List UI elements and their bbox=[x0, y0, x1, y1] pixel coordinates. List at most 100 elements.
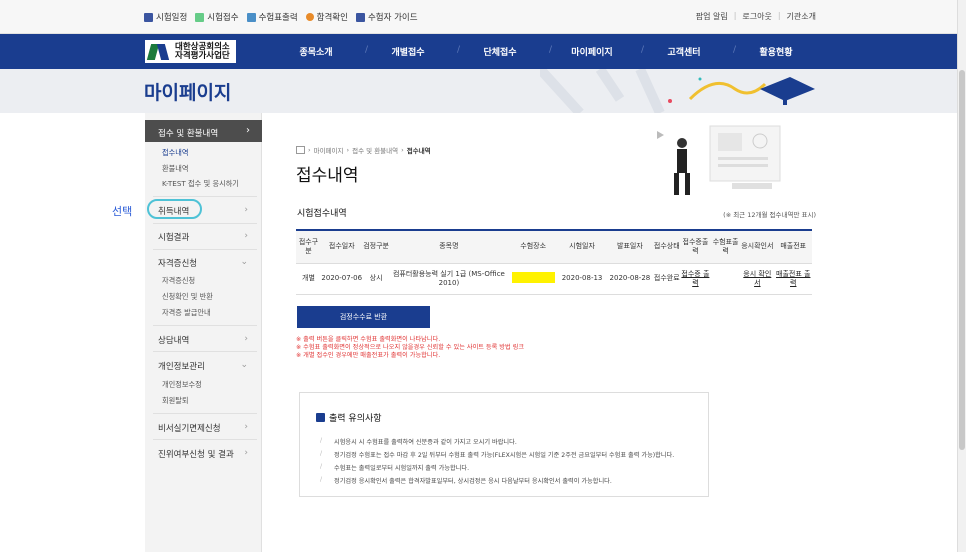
section-title: 시험접수내역 bbox=[297, 209, 347, 219]
cell-status: 접수완료 bbox=[653, 263, 680, 295]
sidebar-sub-edit-info[interactable]: 개인정보수정 bbox=[162, 380, 202, 390]
chevron-right-icon: › bbox=[246, 125, 250, 136]
receipt-print-link[interactable]: 접수증 출력 bbox=[679, 263, 712, 295]
redacted-highlight bbox=[511, 271, 555, 283]
breadcrumb-item[interactable]: 접수 및 환불내역 bbox=[352, 145, 398, 155]
cell-subject: 컴퓨터활용능력 실기 1급 (MS-Office 2010) bbox=[389, 263, 509, 295]
th-place: 수험장소 bbox=[508, 229, 559, 264]
cell-exam-date: 2020-08-13 bbox=[558, 263, 606, 295]
logo-mark-icon bbox=[147, 42, 169, 62]
chevron-right-icon: › bbox=[244, 422, 248, 432]
highlight-circle bbox=[147, 199, 202, 219]
home-icon[interactable] bbox=[296, 146, 305, 154]
sales-slip-link[interactable]: 매출전표 출력 bbox=[774, 263, 812, 295]
graduation-decor-icon bbox=[540, 69, 815, 113]
sidebar-sub-cert-apply[interactable]: 자격증신청 bbox=[162, 276, 195, 286]
sidebar-item-exempt[interactable]: 비서실기면제신청 › bbox=[145, 422, 262, 434]
th-announce: 발표일자 bbox=[605, 229, 654, 264]
sidebar-item-cert[interactable]: 자격증신청 ⌄ bbox=[145, 257, 262, 269]
calendar-icon bbox=[144, 12, 153, 22]
sidebar-sub-cert-issue[interactable]: 자격증 발급안내 bbox=[162, 308, 211, 318]
sidebar-item-personal[interactable]: 개인정보관리 ⌄ bbox=[145, 360, 262, 372]
main-content: › 마이페이지 › 접수 및 환불내역 › 접수내역 접수내역 시험접수내역 (※ … bbox=[296, 113, 816, 552]
th-ticket-print: 수험표출력 bbox=[711, 229, 741, 264]
top-link-apply[interactable]: 시험접수 bbox=[195, 11, 239, 23]
nav-item-group[interactable]: 단체접수 bbox=[454, 45, 552, 58]
section-note: (※ 최근 12개월 접수내역만 표시) bbox=[723, 211, 816, 219]
cell-type: 개별 bbox=[296, 263, 321, 295]
top-link-result[interactable]: 합격확인 bbox=[305, 11, 348, 23]
print-notice-box: 출력 유의사항 시험응시 시 수험표를 출력하여 신분증과 같이 가지고 오시기… bbox=[299, 392, 709, 497]
notice-line: 시험응시 시 수험표를 출력하여 신분증과 같이 가지고 오시기 바랍니다. bbox=[320, 437, 517, 446]
person-document-illustration-icon bbox=[657, 125, 781, 195]
sidebar-item-result[interactable]: 시험결과 › bbox=[145, 231, 262, 243]
ticket-icon bbox=[246, 12, 256, 22]
logo-line2: 자격평가사업단 bbox=[175, 50, 230, 61]
th-subject: 종목명 bbox=[389, 229, 509, 264]
breadcrumb: › 마이페이지 › 접수 및 환불내역 › 접수내역 bbox=[296, 145, 431, 155]
nav-item-intro[interactable]: 종목소개 bbox=[270, 45, 368, 58]
top-utility-bar: 시험일정 시험접수 수험표출력 합격확인 수험자 가이드 팝업 알림 | 로그아웃… bbox=[0, 0, 966, 34]
about-link[interactable]: 기관소개 bbox=[787, 11, 816, 22]
top-right-links: 팝업 알림 | 로그아웃 | 기관소개 bbox=[695, 11, 816, 22]
th-status: 접수상태 bbox=[653, 229, 680, 264]
main-nav: 대한상공회의소자격평가사업단 종목소개 개별접수 단체접수 마이페이지 고객센터… bbox=[0, 34, 966, 69]
apply-icon bbox=[195, 12, 205, 22]
nav-item-usage[interactable]: 활용현황 bbox=[730, 45, 822, 58]
chevron-right-icon: › bbox=[244, 205, 248, 215]
sidebar-sub-ktest[interactable]: K-TEST 접수 및 응시하기 bbox=[162, 179, 239, 189]
notice-line: 정기검정 수험표는 접수 마감 후 2일 뒤부터 수험표 출력 가능(FLEX시… bbox=[320, 450, 674, 459]
chevron-down-icon: ⌄ bbox=[240, 360, 248, 370]
chevron-down-icon: ⌄ bbox=[240, 257, 248, 267]
sidebar-sub-refund[interactable]: 환불내역 bbox=[162, 164, 188, 174]
chevron-right-icon: › bbox=[244, 448, 248, 458]
nav-item-mypage[interactable]: 마이페이지 bbox=[546, 45, 644, 58]
notice-title: 출력 유의사항 bbox=[329, 414, 382, 424]
refund-fee-button[interactable]: 검정수수료 반환 bbox=[297, 306, 430, 328]
cell-exam-type: 상시 bbox=[362, 263, 390, 295]
popup-alert-link[interactable]: 팝업 알림 bbox=[696, 11, 728, 22]
cell-ticket-print bbox=[711, 263, 741, 295]
red-note: ※ 출력 버튼을 클릭하면 수험표 출력화면이 나타납니다. bbox=[296, 336, 441, 343]
logo[interactable]: 대한상공회의소 자격평가사업단 bbox=[145, 40, 236, 63]
top-link-schedule[interactable]: 시험일정 bbox=[144, 11, 187, 23]
th-date: 접수일자 bbox=[320, 229, 363, 264]
sidebar: 접수 및 환불내역 › 접수내역 환불내역 K-TEST 접수 및 응시하기 취득… bbox=[145, 113, 262, 552]
confirm-link[interactable]: 응시 확인서 bbox=[740, 263, 775, 295]
red-note-link[interactable]: ※ 수험표 출력화면이 정상적으로 나오지 않을경우 신뢰할 수 있는 사이트 … bbox=[296, 344, 524, 352]
top-links: 시험일정 시험접수 수험표출력 합격확인 수험자 가이드 bbox=[144, 11, 418, 23]
annotation-label: 선택 bbox=[112, 205, 133, 218]
top-link-guide[interactable]: 수험자 가이드 bbox=[355, 11, 418, 23]
breadcrumb-item[interactable]: 마이페이지 bbox=[314, 145, 344, 155]
logout-link[interactable]: 로그아웃 bbox=[742, 11, 771, 22]
user-icon bbox=[305, 13, 314, 21]
sidebar-sub-cert-check[interactable]: 신청확인 및 반환 bbox=[162, 292, 213, 302]
th-exam-type: 검정구분 bbox=[362, 229, 390, 264]
sidebar-item-consult[interactable]: 상담내역 › bbox=[145, 334, 262, 346]
nav-item-individual[interactable]: 개별접수 bbox=[362, 45, 460, 58]
page-title: 마이페이지 bbox=[144, 82, 232, 104]
sidebar-sub-receipt[interactable]: 접수내역 bbox=[162, 148, 188, 158]
guide-icon bbox=[355, 12, 365, 22]
cell-date: 2020-07-06 bbox=[320, 263, 363, 295]
notice-icon bbox=[316, 413, 325, 422]
th-type: 접수구분 bbox=[296, 229, 321, 264]
red-note: ※ 개별 접수인 경우에만 매출전표가 출력이 가능합니다. bbox=[296, 352, 441, 359]
cell-place bbox=[508, 263, 559, 295]
sidebar-item-career[interactable]: 진위여부신청 및 결과 › bbox=[145, 448, 262, 460]
top-link-ticket[interactable]: 수험표출력 bbox=[246, 11, 298, 23]
scrollbar[interactable] bbox=[957, 0, 966, 552]
cell-announce: 2020-08-28 bbox=[605, 263, 654, 295]
sidebar-sub-withdraw[interactable]: 회원탈퇴 bbox=[162, 396, 188, 406]
receipt-table: 접수구분 접수일자 검정구분 종목명 수험장소 시험일자 발표일자 접수상태 접… bbox=[296, 229, 812, 295]
chevron-right-icon: › bbox=[244, 231, 248, 241]
th-exam-date: 시험일자 bbox=[558, 229, 606, 264]
breadcrumb-current: 접수내역 bbox=[406, 147, 431, 155]
th-receipt-print: 접수증출력 bbox=[679, 229, 712, 264]
page-banner: 마이페이지 bbox=[0, 69, 966, 113]
th-confirm: 응시확인서 bbox=[740, 229, 775, 264]
scrollbar-thumb[interactable] bbox=[959, 70, 965, 450]
nav-item-support[interactable]: 고객센터 bbox=[638, 45, 736, 58]
notice-line: 정기검정 응시확인서 출력은 합격자발표일부터, 상시검정은 응시 다음날부터 … bbox=[320, 476, 612, 485]
sidebar-item-receipt-refund[interactable]: 접수 및 환불내역 › bbox=[145, 120, 262, 142]
